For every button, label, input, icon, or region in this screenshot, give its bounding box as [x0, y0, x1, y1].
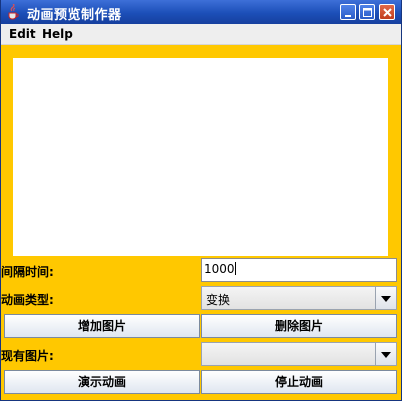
window-title: 动画预览制作器 — [27, 8, 122, 23]
interval-input[interactable]: 1000 — [201, 258, 397, 282]
chevron-down-icon — [381, 352, 391, 358]
stop-animation-button[interactable]: 停止动画 — [201, 370, 397, 394]
chevron-down-icon — [381, 296, 391, 302]
close-icon — [383, 8, 392, 17]
play-animation-button[interactable]: 演示动画 — [4, 370, 200, 394]
maximize-icon — [363, 8, 372, 17]
interval-label: 间隔时间: — [1, 265, 54, 279]
minimize-button[interactable] — [340, 4, 356, 20]
animation-preview-canvas — [13, 58, 388, 256]
menu-help[interactable]: Help — [42, 27, 73, 41]
add-image-button[interactable]: 增加图片 — [4, 314, 200, 338]
delete-image-button[interactable]: 删除图片 — [201, 314, 397, 338]
interval-value: 1000 — [204, 262, 235, 276]
text-caret — [234, 262, 236, 275]
current-images-select[interactable] — [201, 342, 397, 366]
close-button[interactable] — [379, 4, 395, 20]
menu-edit[interactable]: Edit — [9, 27, 36, 41]
java-cup-icon — [8, 4, 19, 20]
minimize-icon — [345, 15, 351, 17]
maximize-button[interactable] — [359, 4, 375, 20]
menu-bar: Edit Help — [1, 24, 401, 45]
animation-type-value: 变换 — [206, 293, 231, 307]
dropdown-button[interactable] — [375, 343, 396, 365]
animation-type-label: 动画类型: — [1, 293, 54, 307]
title-bar[interactable]: 动画预览制作器 — [1, 0, 401, 24]
main-window: 动画预览制作器 Edit Help 间隔时间: 1000 动画类型: 变换 增加… — [0, 0, 402, 401]
animation-type-select[interactable]: 变换 — [201, 286, 397, 310]
dropdown-button[interactable] — [375, 287, 396, 309]
current-images-label: 现有图片: — [1, 349, 54, 363]
